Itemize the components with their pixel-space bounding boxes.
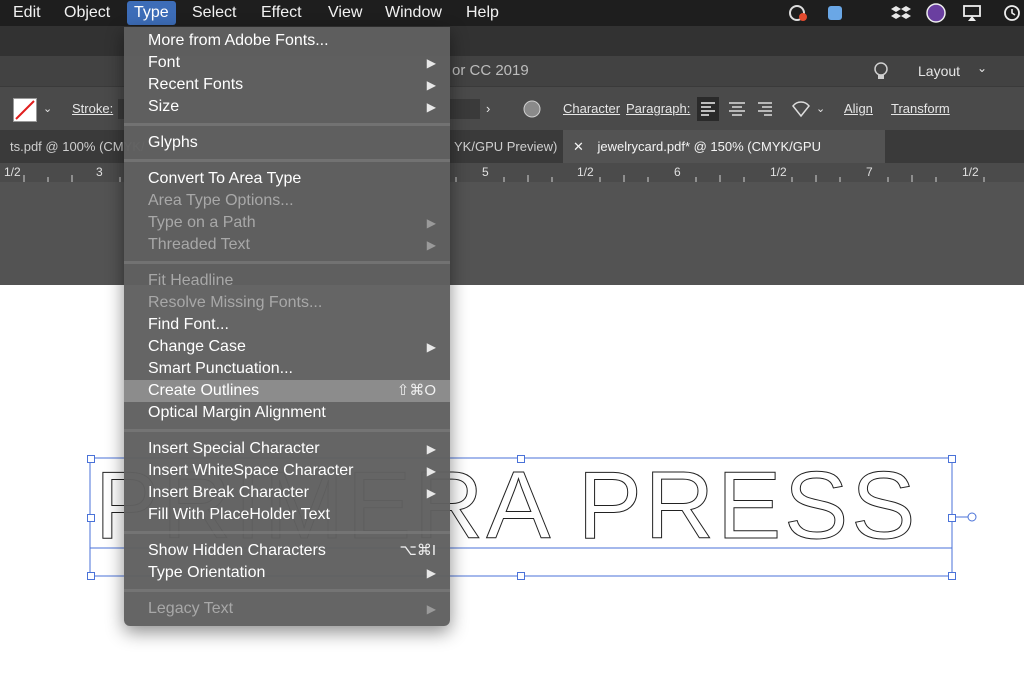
- menu-item-size[interactable]: Size ▶: [124, 96, 450, 118]
- submenu-arrow-icon: ▶: [426, 464, 436, 478]
- menu-separator: [124, 159, 450, 162]
- selection-handle[interactable]: [87, 455, 95, 463]
- menu-item-insert-whitespace-character[interactable]: Insert WhiteSpace Character ▶: [124, 460, 450, 482]
- submenu-arrow-icon: ▶: [426, 602, 436, 616]
- menu-item-area-type-options[interactable]: Area Type Options...: [124, 190, 450, 212]
- menu-item-fill-with-placeholder-text[interactable]: Fill With PlaceHolder Text: [124, 504, 450, 526]
- menu-item-legacy-text[interactable]: Legacy Text ▶: [124, 598, 450, 620]
- menu-item-convert-to-area-type[interactable]: Convert To Area Type: [124, 168, 450, 190]
- menu-item-type-on-a-path[interactable]: Type on a Path ▶: [124, 212, 450, 234]
- selection-handle[interactable]: [948, 514, 956, 522]
- menu-item-show-hidden-characters[interactable]: Show Hidden Characters ⌥⌘I: [124, 540, 450, 562]
- menu-item-fit-headline[interactable]: Fit Headline: [124, 270, 450, 292]
- shortcut-label: ⌥⌘I: [399, 542, 436, 559]
- menu-separator: [124, 589, 450, 592]
- submenu-arrow-icon: ▶: [426, 216, 436, 230]
- submenu-arrow-icon: ▶: [426, 238, 436, 252]
- selection-handle[interactable]: [517, 572, 525, 580]
- type-menu-dropdown: More from Adobe Fonts... Font ▶ Recent Fo…: [124, 27, 450, 626]
- submenu-arrow-icon: ▶: [426, 56, 436, 70]
- menu-item-resolve-missing-fonts[interactable]: Resolve Missing Fonts...: [124, 292, 450, 314]
- menu-item-insert-break-character[interactable]: Insert Break Character ▶: [124, 482, 450, 504]
- menu-separator: [124, 123, 450, 126]
- submenu-arrow-icon: ▶: [426, 100, 436, 114]
- submenu-arrow-icon: ▶: [426, 442, 436, 456]
- submenu-arrow-icon: ▶: [426, 78, 436, 92]
- menu-item-create-outlines[interactable]: Create Outlines ⇧⌘O: [124, 380, 450, 402]
- menu-separator: [124, 261, 450, 264]
- menu-item-glyphs[interactable]: Glyphs: [124, 132, 450, 154]
- submenu-arrow-icon: ▶: [426, 486, 436, 500]
- menu-separator: [124, 429, 450, 432]
- menu-item-recent-fonts[interactable]: Recent Fonts ▶: [124, 74, 450, 96]
- selection-handle[interactable]: [948, 455, 956, 463]
- submenu-arrow-icon: ▶: [426, 566, 436, 580]
- menu-item-type-orientation[interactable]: Type Orientation ▶: [124, 562, 450, 584]
- menu-item-more-from-adobe-fonts[interactable]: More from Adobe Fonts...: [124, 30, 450, 52]
- menu-item-smart-punctuation[interactable]: Smart Punctuation...: [124, 358, 450, 380]
- shortcut-label: ⇧⌘O: [396, 382, 436, 399]
- menu-item-font[interactable]: Font ▶: [124, 52, 450, 74]
- menu-item-optical-margin-alignment[interactable]: Optical Margin Alignment: [124, 402, 450, 424]
- selection-handle[interactable]: [517, 455, 525, 463]
- selection-handle[interactable]: [87, 514, 95, 522]
- menu-item-find-font[interactable]: Find Font...: [124, 314, 450, 336]
- submenu-arrow-icon: ▶: [426, 340, 436, 354]
- menu-separator: [124, 531, 450, 534]
- selection-handle[interactable]: [87, 572, 95, 580]
- menu-item-threaded-text[interactable]: Threaded Text ▶: [124, 234, 450, 256]
- selection-handle[interactable]: [948, 572, 956, 580]
- menu-item-insert-special-character[interactable]: Insert Special Character ▶: [124, 438, 450, 460]
- menu-item-change-case[interactable]: Change Case ▶: [124, 336, 450, 358]
